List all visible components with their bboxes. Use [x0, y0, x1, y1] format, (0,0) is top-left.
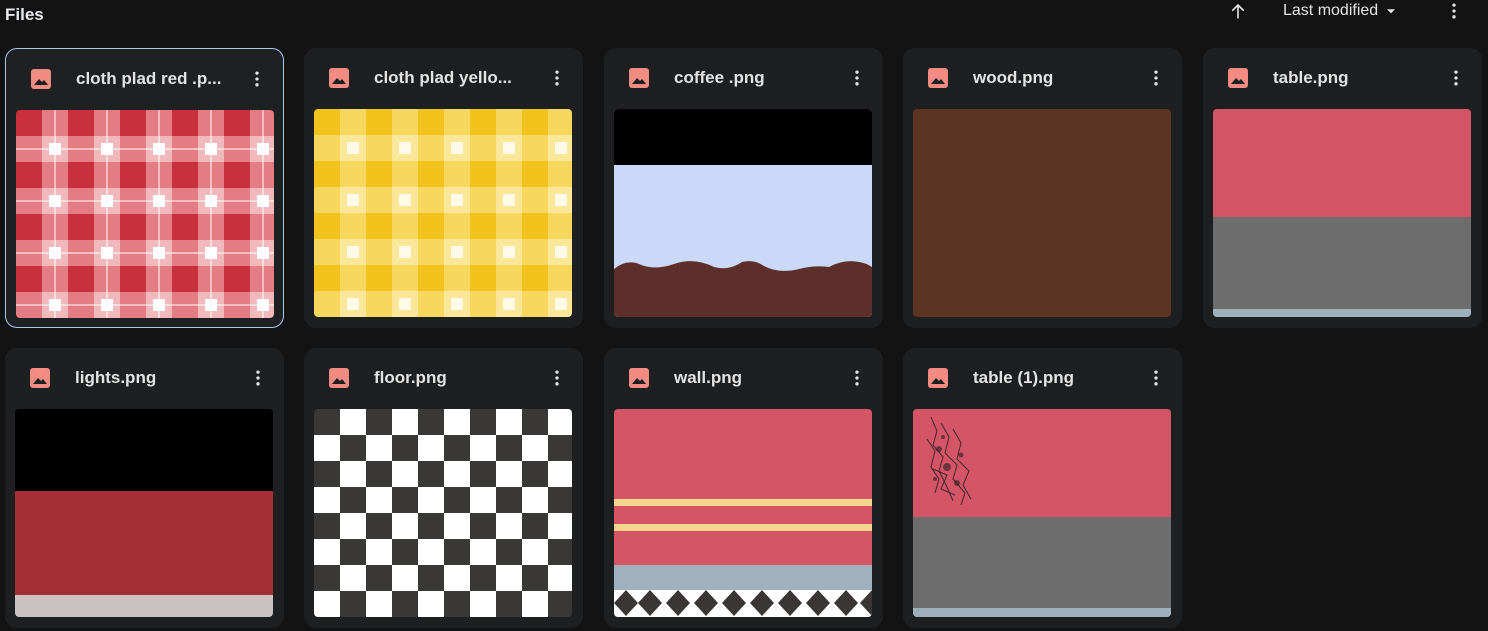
file-more-button[interactable] [845, 366, 869, 390]
more-vert-icon [847, 368, 867, 388]
sort-label: Last modified [1283, 2, 1379, 19]
file-card[interactable]: floor.png [304, 348, 583, 628]
file-thumbnail [314, 409, 572, 617]
file-card[interactable]: cloth plad red .p... [5, 48, 284, 328]
file-more-button[interactable] [1444, 66, 1468, 90]
image-file-icon [927, 367, 949, 389]
more-vert-icon [547, 68, 567, 88]
file-name: lights.png [75, 368, 157, 387]
file-more-button[interactable] [246, 366, 270, 390]
file-more-button[interactable] [545, 66, 569, 90]
file-thumbnail [614, 409, 872, 617]
image-file-icon [628, 367, 650, 389]
file-card[interactable]: cloth plad yello... [304, 48, 583, 328]
file-card[interactable]: coffee .png [604, 48, 883, 328]
image-file-icon [1227, 67, 1249, 89]
file-card[interactable]: wood.png [903, 48, 1182, 328]
file-name: floor.png [374, 368, 447, 387]
image-file-icon [29, 367, 51, 389]
more-vert-icon [547, 368, 567, 388]
file-name: coffee .png [674, 68, 765, 87]
file-name: wood.png [973, 68, 1054, 87]
file-thumbnail [16, 110, 274, 318]
more-vert-icon [1446, 68, 1466, 88]
file-thumbnail [15, 409, 273, 617]
image-file-icon [628, 67, 650, 89]
file-name: cloth plad red .p... [76, 69, 222, 88]
header-more-button[interactable] [1442, 0, 1466, 22]
file-thumbnail [913, 409, 1171, 617]
file-card[interactable]: lights.png [5, 348, 284, 628]
more-vert-icon [1146, 368, 1166, 388]
file-card[interactable]: wall.png [604, 348, 883, 628]
image-file-icon [30, 68, 52, 90]
file-name: cloth plad yello... [374, 68, 512, 87]
file-name: table (1).png [973, 368, 1075, 387]
sort-direction-button[interactable] [1226, 0, 1250, 22]
image-file-icon [328, 67, 350, 89]
image-file-icon [328, 367, 350, 389]
file-thumbnail [913, 109, 1171, 317]
file-name: wall.png [674, 368, 742, 387]
more-vert-icon [248, 368, 268, 388]
caret-down-icon [1387, 9, 1396, 14]
image-file-icon [927, 67, 949, 89]
file-thumbnail [314, 109, 572, 317]
more-vert-icon [247, 69, 267, 89]
sort-by-dropdown[interactable]: Last modified [1283, 1, 1398, 21]
arrow-up-icon [1231, 4, 1245, 19]
file-more-button[interactable] [245, 67, 269, 91]
file-name: table.png [1273, 68, 1349, 87]
file-card[interactable]: table (1).png [903, 348, 1182, 628]
more-vert-icon [1452, 3, 1456, 19]
file-more-button[interactable] [545, 366, 569, 390]
more-vert-icon [847, 68, 867, 88]
page-title: Files [5, 5, 44, 24]
file-thumbnail [1213, 109, 1471, 317]
file-more-button[interactable] [845, 66, 869, 90]
file-thumbnail [614, 109, 872, 317]
more-vert-icon [1146, 68, 1166, 88]
file-more-button[interactable] [1144, 366, 1168, 390]
file-card[interactable]: table.png [1203, 48, 1482, 328]
file-more-button[interactable] [1144, 66, 1168, 90]
